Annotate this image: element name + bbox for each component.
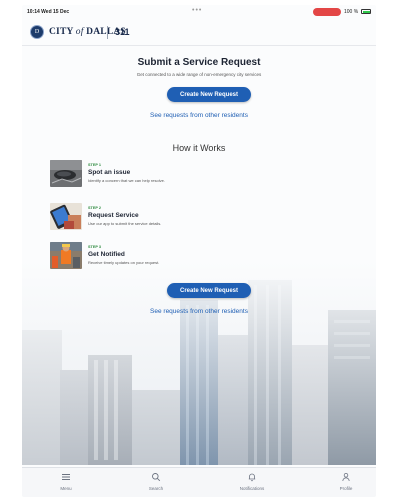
brand-service: 311 [115,27,130,37]
tab-profile[interactable]: Profile [316,472,376,491]
step-number: STEP 3 [88,245,102,249]
step-request-service: STEP 2 Request Service Use our app to su… [50,203,350,233]
create-new-request-button-bottom[interactable]: Create New Request [167,283,251,298]
step-title: Spot an issue [88,169,131,176]
tab-label: Search [148,486,164,491]
brand-of: of [75,27,84,37]
tab-label: Notifications [239,486,265,491]
step-description: Identify a concern that we can help reso… [88,178,165,183]
main-content: Submit a Service Request Get connected t… [22,46,376,466]
step-title: Request Service [88,212,139,219]
app-frame: 10:14 Wed 15 Dec ••• 100 % D CITY of DAL… [22,5,376,497]
see-other-requests-link[interactable]: See requests from other residents [22,112,376,119]
bell-icon [248,473,256,482]
app-header: D CITY of DALLAS 311 [22,20,376,46]
recording-indicator [313,8,341,16]
step-spot-issue: STEP 1 Spot an issue Identify a concern … [50,160,350,190]
step-get-notified: STEP 3 Get Notified Receive timely updat… [50,242,350,272]
tab-search[interactable]: Search [126,472,186,491]
page-title: Submit a Service Request [137,57,261,68]
how-it-works-heading: How it Works [172,143,226,153]
phone-in-hand-photo-icon [50,203,82,230]
city-seal-logo: D [30,25,44,39]
create-new-request-button[interactable]: Create New Request [167,87,251,102]
step-title: Get Notified [88,251,125,258]
multitask-dots-icon[interactable]: ••• [192,7,202,14]
step-description: Receive timely updates on your request. [88,260,160,265]
tab-label: Profile [339,486,353,491]
person-icon [342,473,350,482]
status-time: 10:14 Wed 15 Dec [27,9,70,15]
battery-percent: 100 % [344,9,359,15]
tab-menu[interactable]: Menu [36,472,96,491]
page-subtitle: Get connected to a wide range of non-eme… [136,72,262,77]
step-number: STEP 1 [88,163,102,167]
bottom-tab-bar: Menu Search Notifications Profile [22,467,376,497]
brand-divider [107,26,108,39]
tab-notifications[interactable]: Notifications [222,472,282,491]
battery-icon [361,9,371,14]
worker-photo-icon [50,242,82,269]
status-bar: 10:14 Wed 15 Dec ••• 100 % [22,5,376,19]
menu-icon [62,474,70,480]
search-icon [152,473,161,482]
step-description: Use our app to submit the service detail… [88,221,162,226]
tab-label: Menu [60,486,72,491]
see-other-requests-link-bottom[interactable]: See requests from other residents [22,308,376,315]
pothole-photo-icon [50,160,82,187]
brand-city: CITY [49,27,74,37]
step-number: STEP 2 [88,206,102,210]
